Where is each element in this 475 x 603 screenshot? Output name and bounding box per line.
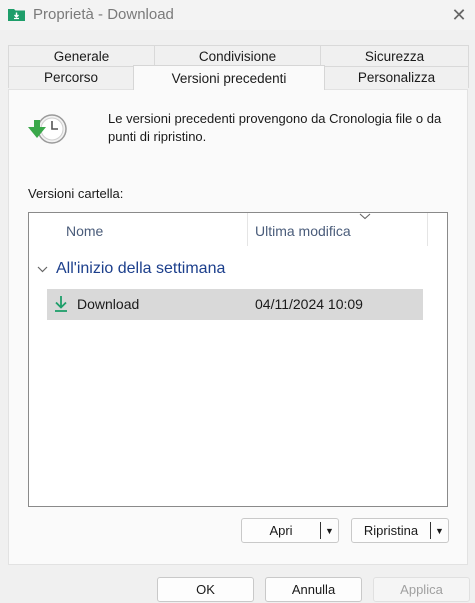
folder-download-icon xyxy=(8,9,25,21)
column-divider xyxy=(247,213,248,246)
sort-chevron-icon xyxy=(359,213,371,220)
restore-clock-icon xyxy=(28,114,67,144)
column-divider xyxy=(427,213,428,246)
ok-button[interactable]: OK xyxy=(157,577,254,602)
item-modified: 04/11/2024 10:09 xyxy=(255,296,363,312)
tab-percorso[interactable]: Percorso xyxy=(8,66,134,88)
tab-generale[interactable]: Generale xyxy=(8,45,155,67)
restore-split-button[interactable]: Ripristina ▼ xyxy=(351,518,449,543)
tab-versioni-precedenti[interactable]: Versioni precedenti xyxy=(133,65,325,90)
group-header[interactable]: All'inizio della settimana xyxy=(37,260,225,278)
info-text: Le versioni precedenti provengono da Cro… xyxy=(108,111,442,144)
download-icon xyxy=(55,296,67,312)
open-button-label[interactable]: Apri xyxy=(242,519,320,542)
tab-personalizza[interactable]: Personalizza xyxy=(324,66,469,88)
close-button[interactable]: ✕ xyxy=(446,3,472,27)
tab-sicurezza[interactable]: Sicurezza xyxy=(320,45,469,67)
restore-button-label[interactable]: Ripristina xyxy=(352,519,430,542)
apply-button[interactable]: Applica xyxy=(373,577,470,602)
chevron-down-icon xyxy=(37,266,48,272)
item-name: Download xyxy=(77,296,140,312)
open-split-button[interactable]: Apri ▼ xyxy=(241,518,339,543)
dropdown-arrow-icon[interactable]: ▼ xyxy=(431,519,448,542)
cancel-button[interactable]: Annulla xyxy=(265,577,362,602)
versions-label: Versioni cartella: xyxy=(28,186,124,201)
title-bar: Proprietà - Download ✕ xyxy=(0,0,475,30)
column-header-nome[interactable]: Nome xyxy=(66,223,103,247)
group-title: All'inizio della settimana xyxy=(56,260,226,277)
column-header-ultima-modifica[interactable]: Ultima modifica xyxy=(255,223,351,247)
list-item[interactable]: Download 04/11/2024 10:09 xyxy=(47,289,423,320)
versions-list[interactable]: Nome Ultima modifica All'inizio della se… xyxy=(28,212,448,507)
window-title: Proprietà - Download xyxy=(33,6,174,23)
close-icon: ✕ xyxy=(451,4,467,25)
tab-condivisione[interactable]: Condivisione xyxy=(154,45,321,67)
dropdown-arrow-icon[interactable]: ▼ xyxy=(321,519,338,542)
